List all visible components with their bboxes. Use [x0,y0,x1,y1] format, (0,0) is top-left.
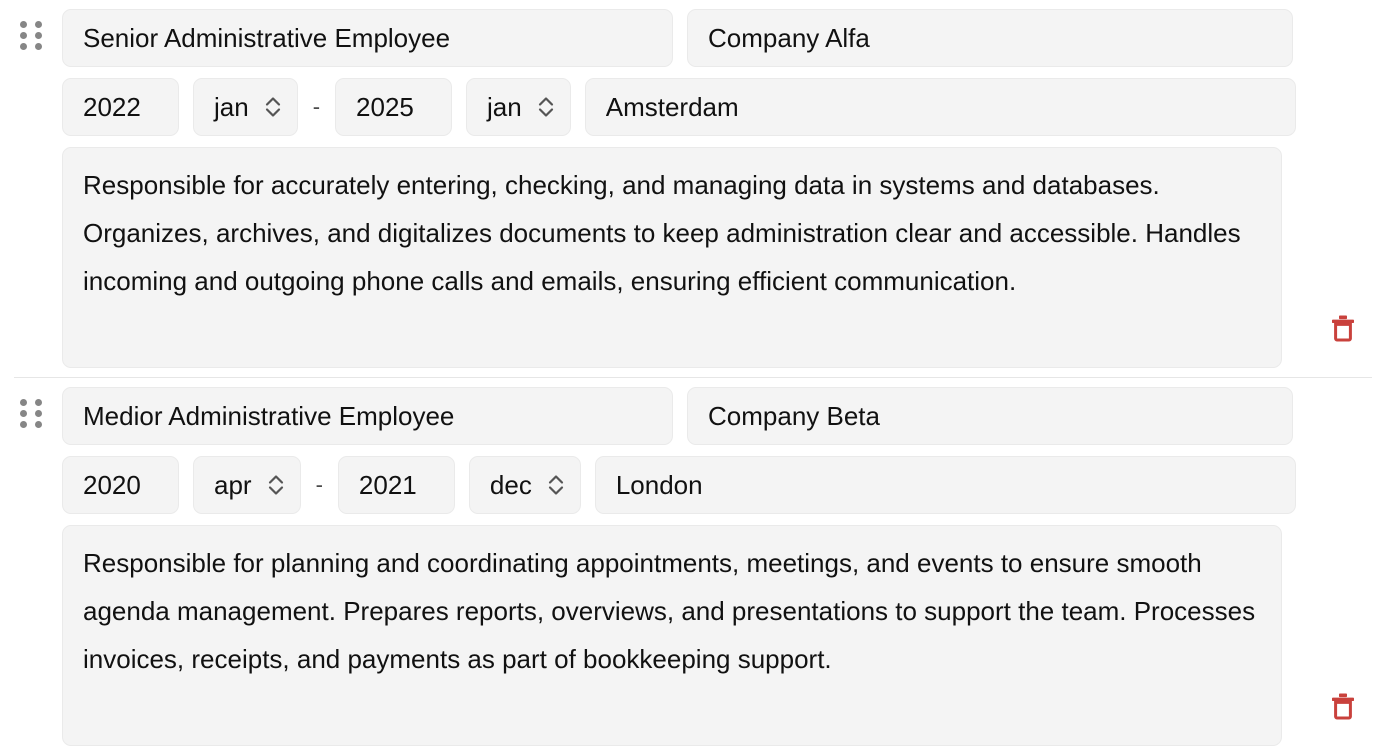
date-location-row: jan - jan [62,78,1296,136]
location-input[interactable] [594,456,1296,514]
start-year-input[interactable] [62,456,179,514]
end-month-value: dec [489,469,532,500]
end-month-value: jan [487,91,522,122]
description-row [62,147,1296,368]
trash-icon [1329,693,1357,724]
end-year-input[interactable] [335,78,453,136]
end-month-select[interactable]: jan [466,78,571,136]
drag-handle-icon [20,21,42,50]
start-year-input[interactable] [62,78,179,136]
delete-experience-button[interactable] [1323,307,1363,349]
job-title-input[interactable] [62,9,673,67]
chevron-up-down-icon [546,471,566,499]
experience-fields: jan - jan [62,0,1296,377]
company-input[interactable] [687,9,1293,67]
entry-actions [1296,0,1390,377]
chevron-up-down-icon [536,93,556,121]
chevron-up-down-icon [266,471,286,499]
end-year-input[interactable] [337,456,455,514]
end-month-select[interactable]: dec [468,456,581,514]
delete-experience-button[interactable] [1323,685,1363,727]
company-input[interactable] [687,387,1293,445]
start-month-value: jan [214,91,249,122]
drag-handle-icon [20,399,42,428]
description-textarea[interactable] [62,525,1282,746]
description-textarea[interactable] [62,147,1282,368]
title-company-row [62,9,1296,67]
experience-entry: apr - dec [0,378,1390,755]
start-month-value: apr [214,469,252,500]
description-row [62,525,1296,746]
date-location-row: apr - dec [62,456,1296,514]
experience-fields: apr - dec [62,378,1296,755]
date-range-separator: - [312,94,321,119]
entry-actions [1296,378,1390,755]
job-title-input[interactable] [62,387,673,445]
drag-handle[interactable] [0,0,62,50]
chevron-up-down-icon [263,93,283,121]
drag-handle[interactable] [0,378,62,428]
experience-entry: jan - jan [0,0,1390,377]
title-company-row [62,387,1296,445]
start-month-select[interactable]: jan [193,78,298,136]
location-input[interactable] [584,78,1296,136]
trash-icon [1329,315,1357,346]
date-range-separator: - [315,472,323,497]
experience-list: jan - jan [0,0,1390,755]
start-month-select[interactable]: apr [193,456,301,514]
